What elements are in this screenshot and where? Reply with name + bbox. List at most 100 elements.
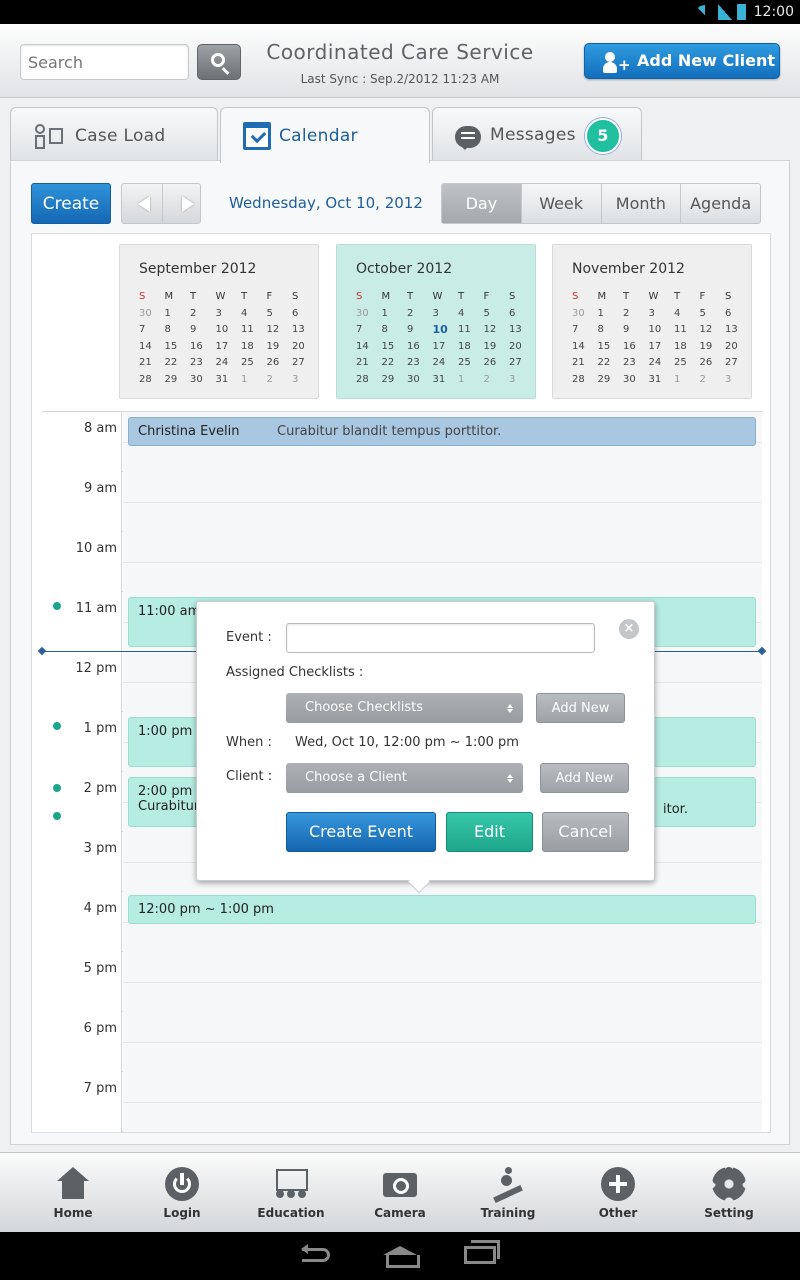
mini-calendar-day[interactable]: 7 <box>351 322 377 339</box>
time-slot[interactable] <box>123 952 762 1012</box>
mini-calendar-day[interactable]: 10 <box>211 322 237 339</box>
mini-calendar-day[interactable]: 22 <box>377 355 403 372</box>
mini-calendar-day[interactable]: 12 <box>695 322 721 339</box>
mini-calendar-day[interactable]: 25 <box>669 355 695 372</box>
add-new-client-popup-button[interactable]: Add New <box>540 763 629 793</box>
mini-calendar-day[interactable]: 19 <box>479 339 505 356</box>
mini-calendar-day[interactable]: 1 <box>669 372 695 389</box>
mini-calendar-day[interactable]: 11 <box>453 322 479 339</box>
mini-calendar-day[interactable]: 20 <box>720 339 746 356</box>
mini-calendar-day[interactable]: 10 <box>644 322 670 339</box>
mini-calendar-day[interactable]: 14 <box>134 339 160 356</box>
mini-calendar-day[interactable]: 14 <box>567 339 593 356</box>
hour-row[interactable]: 9 am <box>42 472 762 532</box>
hour-row[interactable]: 5 pm <box>42 952 762 1012</box>
mini-calendar-day[interactable]: 19 <box>695 339 721 356</box>
mini-calendar-day[interactable]: 11 <box>669 322 695 339</box>
mini-calendar-day[interactable]: 2 <box>402 306 428 323</box>
nav-login[interactable]: Login <box>127 1153 237 1233</box>
mini-calendar-day[interactable]: 3 <box>287 372 313 389</box>
mini-calendar-day[interactable]: 15 <box>593 339 619 356</box>
calendar-event[interactable]: Christina Evelin Curabitur blandit tempu… <box>128 417 756 446</box>
mini-calendar-day[interactable]: 29 <box>377 372 403 389</box>
mini-calendar-day[interactable]: 16 <box>402 339 428 356</box>
mini-calendar-october[interactable]: October 2012 S M T W T F S 30 1 2 3 4 5 6 7 8 9 10 11 12 13 1… <box>336 244 536 399</box>
mini-calendar-day[interactable]: 3 <box>211 306 237 323</box>
mini-calendar-day[interactable]: 24 <box>211 355 237 372</box>
mini-calendar-day[interactable]: 21 <box>351 355 377 372</box>
mini-calendar-day[interactable]: 8 <box>593 322 619 339</box>
mini-calendar-day[interactable]: 31 <box>428 372 454 389</box>
mini-calendar-day[interactable]: 20 <box>287 339 313 356</box>
mini-calendar-day[interactable]: 4 <box>236 306 262 323</box>
mini-calendar-day[interactable]: 27 <box>287 355 313 372</box>
mini-calendar-day[interactable]: 17 <box>428 339 454 356</box>
mini-calendar-november[interactable]: November 2012 S M T W T F S 30 1 2 3 4 5 6 7 8 9 10 11 12 13… <box>552 244 752 399</box>
mini-calendar-day[interactable]: 26 <box>479 355 505 372</box>
back-icon[interactable] <box>301 1244 330 1262</box>
mini-calendar-day[interactable]: 25 <box>453 355 479 372</box>
mini-calendar-day[interactable]: 9 <box>618 322 644 339</box>
time-slot[interactable] <box>123 1072 762 1132</box>
mini-calendar-day[interactable]: 6 <box>720 306 746 323</box>
tab-case-load[interactable]: Case Load <box>10 107 218 163</box>
mini-calendar-day[interactable]: 30 <box>402 372 428 389</box>
mini-calendar-day[interactable]: 22 <box>593 355 619 372</box>
mini-calendar-day[interactable]: 31 <box>644 372 670 389</box>
mini-calendar-day[interactable]: 29 <box>593 372 619 389</box>
tab-calendar[interactable]: Calendar <box>220 107 430 163</box>
mini-calendar-day[interactable]: 4 <box>453 306 479 323</box>
mini-calendar-day[interactable]: 3 <box>504 372 530 389</box>
mini-calendar-day[interactable]: 3 <box>428 306 454 323</box>
mini-calendar-day[interactable]: 8 <box>160 322 186 339</box>
mini-calendar-day[interactable]: 28 <box>134 372 160 389</box>
mini-calendar-day[interactable]: 23 <box>185 355 211 372</box>
mini-calendar-day[interactable]: 18 <box>236 339 262 356</box>
mini-calendar-day[interactable]: 15 <box>377 339 403 356</box>
mini-calendar-day[interactable]: 27 <box>720 355 746 372</box>
mini-calendar-day[interactable]: 13 <box>504 322 530 339</box>
time-slot[interactable] <box>123 472 762 532</box>
hour-row[interactable]: 10 am <box>42 532 762 592</box>
mini-calendar-day[interactable]: 23 <box>618 355 644 372</box>
view-week[interactable]: Week <box>520 184 601 223</box>
mini-calendar-day[interactable]: 2 <box>479 372 505 389</box>
mini-calendar-day[interactable]: 24 <box>428 355 454 372</box>
home-system-icon[interactable] <box>383 1246 420 1268</box>
mini-calendar-day[interactable]: 5 <box>262 306 288 323</box>
mini-calendar-day[interactable]: 17 <box>644 339 670 356</box>
mini-calendar-day[interactable]: 28 <box>351 372 377 389</box>
mini-calendar-day[interactable]: 30 <box>351 306 377 323</box>
view-month[interactable]: Month <box>600 184 681 223</box>
event-name-input[interactable] <box>286 623 595 653</box>
mini-calendar-day[interactable]: 5 <box>479 306 505 323</box>
nav-other[interactable]: Other <box>563 1153 673 1233</box>
mini-calendar-day[interactable]: 21 <box>134 355 160 372</box>
nav-training[interactable]: Training <box>453 1153 563 1233</box>
mini-calendar-day[interactable]: 26 <box>695 355 721 372</box>
calendar-event[interactable]: 12:00 pm ~ 1:00 pm <box>128 895 756 924</box>
mini-calendar-day[interactable]: 1 <box>160 306 186 323</box>
mini-calendar-day[interactable]: 15 <box>160 339 186 356</box>
mini-calendar-day[interactable]: 2 <box>695 372 721 389</box>
mini-calendar-day[interactable]: 1 <box>377 306 403 323</box>
hour-row[interactable]: 6 pm <box>42 1012 762 1072</box>
mini-calendar-day[interactable]: 16 <box>618 339 644 356</box>
nav-camera[interactable]: Camera <box>345 1153 455 1233</box>
mini-calendar-day[interactable]: 30 <box>618 372 644 389</box>
mini-calendar-day[interactable]: 1 <box>453 372 479 389</box>
mini-calendar-day[interactable]: 6 <box>504 306 530 323</box>
mini-calendar-day[interactable]: 22 <box>160 355 186 372</box>
next-day-button[interactable] <box>162 184 201 223</box>
choose-client-select[interactable]: Choose a Client <box>286 763 523 793</box>
time-slot[interactable] <box>123 1012 762 1072</box>
mini-calendar-day[interactable]: 18 <box>453 339 479 356</box>
search-input[interactable] <box>20 44 189 80</box>
close-icon[interactable]: × <box>619 619 639 639</box>
mini-calendar-day[interactable]: 20 <box>504 339 530 356</box>
time-slot[interactable] <box>123 532 762 592</box>
nav-education[interactable]: Education <box>236 1153 346 1233</box>
mini-calendar-day[interactable]: 18 <box>669 339 695 356</box>
mini-calendar-day[interactable]: 24 <box>644 355 670 372</box>
hour-row[interactable]: 7 pm <box>42 1072 762 1132</box>
